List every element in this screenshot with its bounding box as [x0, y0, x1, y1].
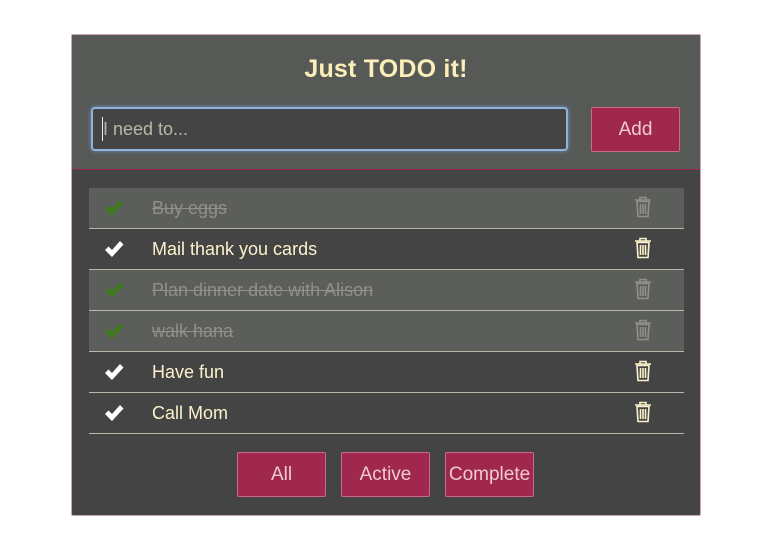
todo-item: Plan dinner date with Alison	[89, 270, 684, 311]
new-todo-input[interactable]	[91, 107, 568, 151]
todo-list: Buy eggs Mail thank you cards Plan dinner …	[89, 188, 684, 434]
trash-icon[interactable]	[634, 278, 652, 300]
add-button[interactable]: Add	[591, 107, 680, 152]
checkmark-icon[interactable]	[103, 238, 125, 260]
trash-icon[interactable]	[634, 360, 652, 382]
app-title: Just TODO it!	[304, 55, 468, 83]
filter-all-button[interactable]: All	[237, 452, 326, 497]
checkmark-icon[interactable]	[103, 320, 125, 342]
filter-complete-button[interactable]: Complete	[445, 452, 534, 497]
trash-icon[interactable]	[634, 401, 652, 423]
checkmark-icon[interactable]	[103, 361, 125, 383]
todo-app: Just TODO it! Add Buy eggs Mail thank you…	[71, 34, 701, 516]
trash-icon[interactable]	[634, 196, 652, 218]
trash-icon[interactable]	[634, 319, 652, 341]
todo-item: Buy eggs	[89, 188, 684, 229]
todo-text: Buy eggs	[152, 198, 228, 218]
todo-text: Call Mom	[152, 403, 229, 423]
trash-icon[interactable]	[634, 237, 652, 259]
checkmark-icon[interactable]	[103, 197, 125, 219]
header: Just TODO it! Add	[72, 35, 700, 170]
todo-item: Call Mom	[89, 393, 684, 434]
checkmark-icon[interactable]	[103, 279, 125, 301]
filter-active-button[interactable]: Active	[341, 452, 430, 497]
todo-text: Mail thank you cards	[152, 239, 318, 259]
todo-text: walk hana	[152, 321, 234, 341]
todo-item: Have fun	[89, 352, 684, 393]
text-cursor	[102, 117, 103, 141]
checkmark-icon[interactable]	[103, 402, 125, 424]
todo-item: walk hana	[89, 311, 684, 352]
todo-text: Plan dinner date with Alison	[152, 280, 374, 300]
todo-text: Have fun	[152, 362, 225, 382]
todo-item: Mail thank you cards	[89, 229, 684, 270]
